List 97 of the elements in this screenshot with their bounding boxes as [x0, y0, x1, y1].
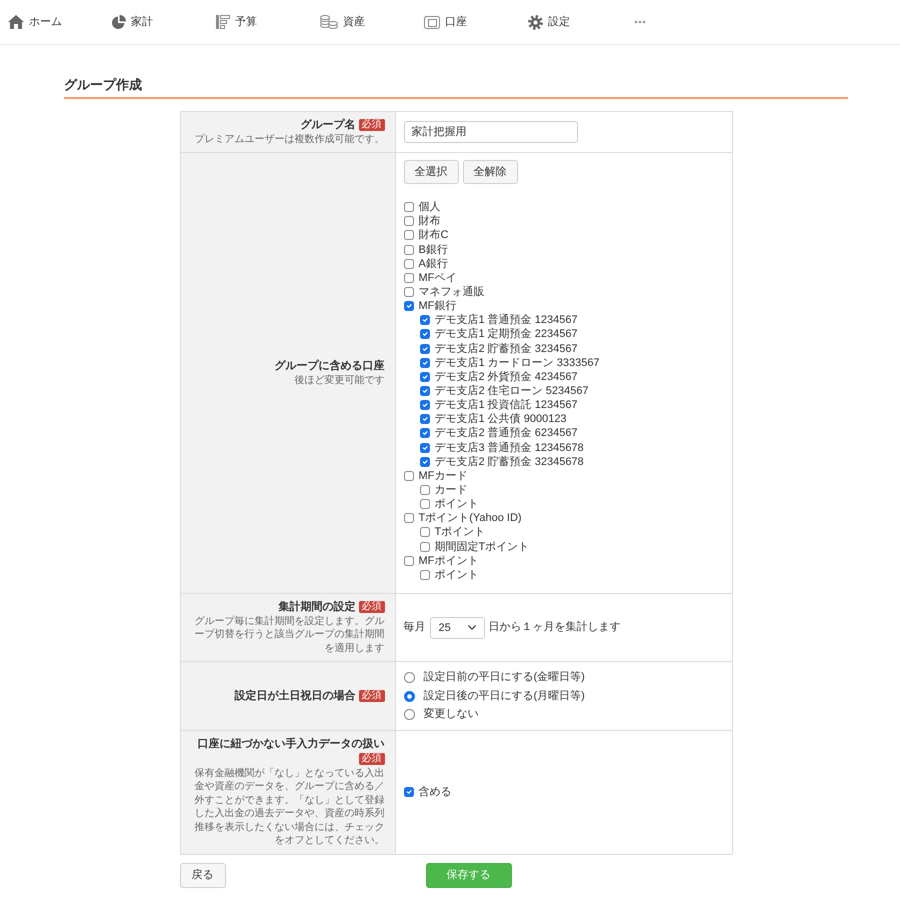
account-label: デモ支店1 普通預金 1234567	[434, 313, 578, 328]
group-name-input[interactable]: 家計把握用	[404, 120, 578, 143]
wallet-icon	[424, 16, 440, 28]
account-label: Tポイント	[434, 525, 486, 540]
deselect-all-button[interactable]: 全解除	[462, 160, 518, 184]
nav-link[interactable]: 口座	[424, 14, 467, 30]
account-label: MFペイ	[418, 270, 456, 285]
checkbox[interactable]	[404, 202, 414, 212]
nav-link[interactable]: 予算	[216, 14, 257, 30]
checkbox[interactable]	[420, 372, 430, 382]
account-label: MFポイント	[418, 554, 478, 568]
required-badge: 必須	[358, 600, 384, 613]
nav-link[interactable]: ホーム	[8, 14, 62, 30]
account-label: ポイント	[434, 568, 478, 582]
checkbox[interactable]	[404, 216, 414, 226]
radio-button[interactable]	[404, 672, 414, 684]
more-icon	[634, 20, 646, 24]
account-label: デモ支店2 外貨預金 4234567	[434, 370, 578, 384]
checkbox[interactable]	[420, 344, 430, 354]
checkbox[interactable]	[404, 272, 414, 283]
pie-chart-icon	[112, 15, 126, 29]
required-badge: 必須	[358, 690, 384, 702]
account-label: デモ支店2 貯蓄預金 3234567	[434, 342, 578, 356]
account-label: MF銀行	[418, 299, 456, 314]
field-label: 口座に紐づかない手入力データの扱い	[198, 738, 384, 750]
account-label: デモ支店1 公共債 9000123	[434, 412, 567, 426]
account-label: 個人	[418, 200, 440, 214]
field-note: 保有金融機関が「なし」となっている入出金や資産のデータを、グループに含める／外すことができます。「なし」として登録した入出金の過去データや、資産の時系列推移を表示したくない場合には、チェックをオフとしてください。	[194, 766, 384, 848]
coins-icon	[320, 15, 338, 29]
checkbox[interactable]	[404, 230, 414, 240]
checkbox[interactable]	[404, 787, 414, 798]
checkbox-label: 含める	[418, 785, 452, 800]
field-note: 後ほど変更可能です	[294, 374, 384, 388]
checkbox[interactable]	[420, 484, 430, 495]
account-label: デモ支店1 カードローン 3333567	[434, 356, 600, 370]
checkbox[interactable]	[404, 301, 414, 312]
checkbox[interactable]	[404, 244, 414, 255]
home-icon	[8, 15, 24, 29]
checkbox[interactable]	[420, 414, 430, 424]
account-label: 財布	[418, 214, 440, 228]
required-badge: 必須	[358, 118, 384, 131]
checkbox[interactable]	[404, 513, 414, 524]
account-label: カード	[434, 482, 468, 497]
account-label: デモ支店1 投資信託 1234567	[434, 398, 578, 412]
account-label: A銀行	[418, 256, 448, 271]
field-note: グループ毎に集計期間を設定します。グループ切替を行うと該当グループの集計期間を適用します	[194, 614, 384, 656]
radio-label: 設定日後の平日にする(月曜日等)	[424, 688, 585, 704]
nav-link[interactable]: 設定	[528, 14, 570, 30]
account-label: デモ支店3 普通預金 12345678	[434, 440, 584, 455]
radio-button[interactable]	[404, 690, 414, 702]
more-button[interactable]	[632, 18, 648, 26]
account-label: デモ支店2 住宅ローン 5234567	[434, 384, 589, 398]
field-label: グループ名	[300, 118, 356, 131]
radio-button[interactable]	[404, 709, 414, 720]
checkbox[interactable]	[404, 287, 414, 297]
checkbox[interactable]	[420, 442, 430, 453]
checkbox[interactable]	[420, 315, 430, 326]
checkbox[interactable]	[420, 329, 430, 340]
checkbox[interactable]	[420, 400, 430, 410]
checkbox[interactable]	[404, 258, 414, 269]
account-label: マネフォ通販	[418, 285, 484, 299]
field-label: 集計期間の設定	[278, 600, 356, 613]
account-label: デモ支店2 普通預金 6234567	[434, 426, 578, 440]
settings-icon	[528, 14, 543, 30]
checkbox[interactable]	[420, 428, 430, 438]
account-label: 財布C	[418, 228, 448, 242]
checkbox[interactable]	[420, 527, 430, 538]
period-suffix: 日から１ヶ月を集計します	[488, 620, 620, 636]
select-all-button[interactable]: 全選択	[404, 160, 458, 184]
checkbox[interactable]	[420, 456, 430, 467]
period-prefix: 毎月	[404, 620, 426, 636]
account-label: デモ支店1 定期預金 2234567	[434, 327, 578, 342]
account-label: Tポイント(Yahoo ID)	[418, 511, 522, 526]
checkbox[interactable]	[420, 499, 430, 510]
account-label: 期間固定Tポイント	[434, 540, 530, 554]
field-note: プレミアムユーザーは複数作成可能です。	[194, 132, 384, 146]
checkbox[interactable]	[404, 470, 414, 481]
back-button[interactable]: 戻る	[180, 862, 226, 888]
field-label: 設定日が土日祝日の場合	[234, 690, 356, 702]
page-title: グループ作成	[64, 77, 848, 99]
nav-link[interactable]: 資産	[320, 14, 365, 30]
required-badge: 必須	[358, 752, 384, 765]
checkbox[interactable]	[420, 570, 430, 580]
nav-link[interactable]: 家計	[112, 14, 153, 30]
checkbox[interactable]	[404, 556, 414, 566]
checkbox[interactable]	[420, 386, 430, 396]
account-label: ポイント	[434, 497, 478, 512]
day-select[interactable]: 25	[430, 616, 484, 639]
radio-label: 変更しない	[424, 706, 478, 722]
checkbox[interactable]	[420, 358, 430, 368]
bars-icon	[216, 15, 230, 29]
radio-label: 設定日前の平日にする(金曜日等)	[424, 670, 585, 686]
account-label: デモ支店2 貯蓄預金 32345678	[434, 454, 584, 469]
checkbox[interactable]	[420, 542, 430, 552]
account-label: MFカード	[418, 468, 468, 483]
account-label: B銀行	[418, 242, 448, 257]
field-label: グループに含める口座	[274, 360, 384, 372]
